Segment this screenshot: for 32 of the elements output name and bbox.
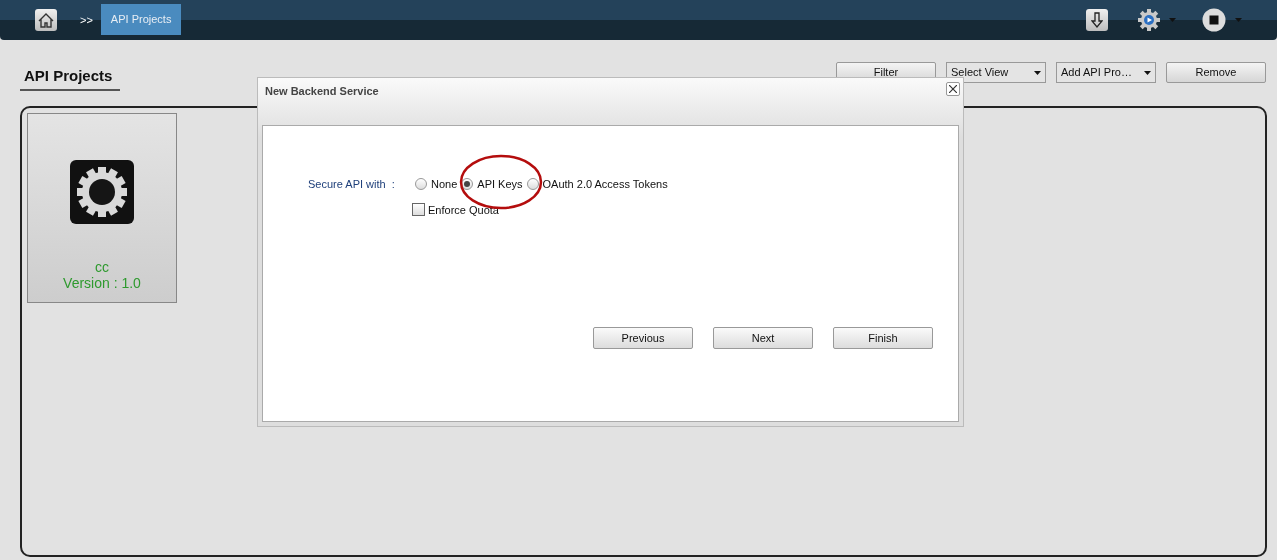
field-label: Secure API with : — [308, 177, 396, 192]
caret-icon — [1034, 70, 1041, 75]
breadcrumb-separator: >> — [80, 12, 93, 28]
stop-icon — [1202, 8, 1226, 32]
checkbox-label: Enforce Quota — [428, 202, 499, 218]
page-title: API Projects — [20, 64, 120, 91]
toolbar-button[interactable]: Remove — [1166, 62, 1266, 83]
dialog-button[interactable]: Next — [713, 327, 813, 349]
dialog-button[interactable]: Finish — [833, 327, 933, 349]
dialog-button[interactable]: Previous — [593, 327, 693, 349]
caret-icon — [1235, 18, 1242, 22]
home-button[interactable] — [35, 9, 57, 31]
stop-menu-button[interactable] — [1202, 8, 1242, 32]
dropdown[interactable]: Add API Pro… — [1056, 62, 1156, 83]
radio-button[interactable] — [415, 178, 427, 191]
radio-button[interactable] — [526, 178, 539, 191]
home-icon — [38, 12, 54, 28]
checkbox[interactable] — [412, 203, 425, 217]
project-version: Version : 1.0 — [63, 275, 141, 292]
caret-icon — [1169, 18, 1176, 22]
close-button[interactable] — [946, 82, 960, 96]
caret-icon — [1144, 70, 1151, 75]
dropdown[interactable]: Select View — [946, 62, 1046, 83]
radio-option[interactable]: None — [415, 176, 458, 193]
project-name: cc — [95, 259, 109, 275]
download-button[interactable] — [1086, 9, 1108, 31]
gear-icon — [70, 160, 134, 224]
dialog-title: New Backend Service — [265, 84, 379, 99]
settings-menu-button[interactable] — [1137, 8, 1176, 32]
download-arrow-icon — [1091, 12, 1103, 28]
close-icon — [949, 85, 957, 93]
radio-option[interactable]: OAuth 2.0 Access Tokens — [526, 176, 668, 193]
